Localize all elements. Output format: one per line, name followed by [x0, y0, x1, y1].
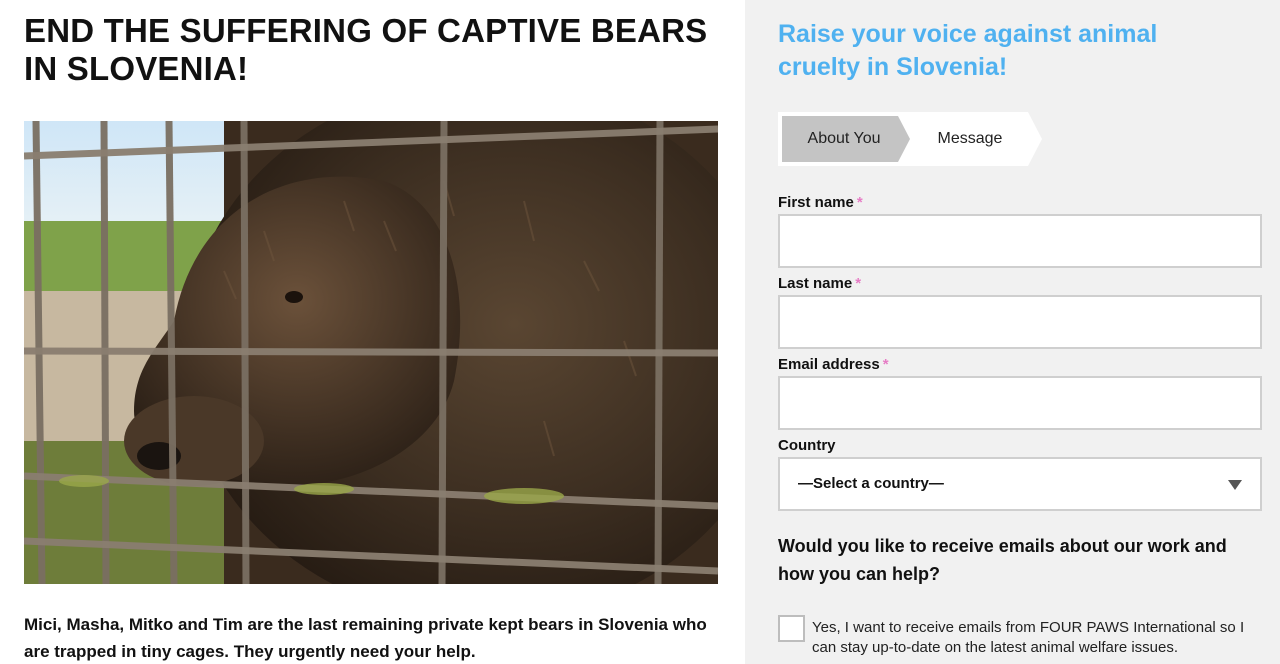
- country-select[interactable]: —Select a country—: [778, 457, 1262, 511]
- page-title: END THE SUFFERING OF CAPTIVE BEARS IN SL…: [24, 12, 708, 87]
- last-name-label: Last name *: [778, 275, 862, 292]
- required-marker: *: [882, 356, 889, 373]
- email-input[interactable]: [778, 376, 1262, 430]
- step-about-you[interactable]: About You: [778, 112, 910, 166]
- last-name-input[interactable]: [778, 295, 1262, 349]
- email-label: Email address *: [778, 356, 889, 373]
- first-name-input[interactable]: [778, 214, 1262, 268]
- required-marker: *: [856, 194, 863, 211]
- country-select-value: —Select a country—: [798, 475, 944, 492]
- country-label: Country: [778, 437, 836, 454]
- newsletter-consent-label[interactable]: Yes, I want to receive emails from FOUR …: [812, 618, 1262, 658]
- petition-form-panel: Raise your voice against animal cruelty …: [745, 0, 1280, 664]
- required-marker: *: [855, 275, 862, 292]
- intro-text: Mici, Masha, Mitko and Tim are the last …: [24, 615, 707, 661]
- first-name-label: First name *: [778, 194, 863, 211]
- step-message[interactable]: Message: [910, 112, 1030, 166]
- newsletter-checkbox[interactable]: [778, 615, 805, 642]
- bear-cage-photo: [24, 121, 718, 584]
- newsletter-question: Would you like to receive emails about o…: [778, 536, 1227, 584]
- chevron-down-icon: [1228, 480, 1242, 490]
- form-title: Raise your voice against animal cruelty …: [778, 20, 1158, 81]
- article-column: END THE SUFFERING OF CAPTIVE BEARS IN SL…: [0, 0, 745, 664]
- form-steps: About You Message: [778, 112, 1048, 166]
